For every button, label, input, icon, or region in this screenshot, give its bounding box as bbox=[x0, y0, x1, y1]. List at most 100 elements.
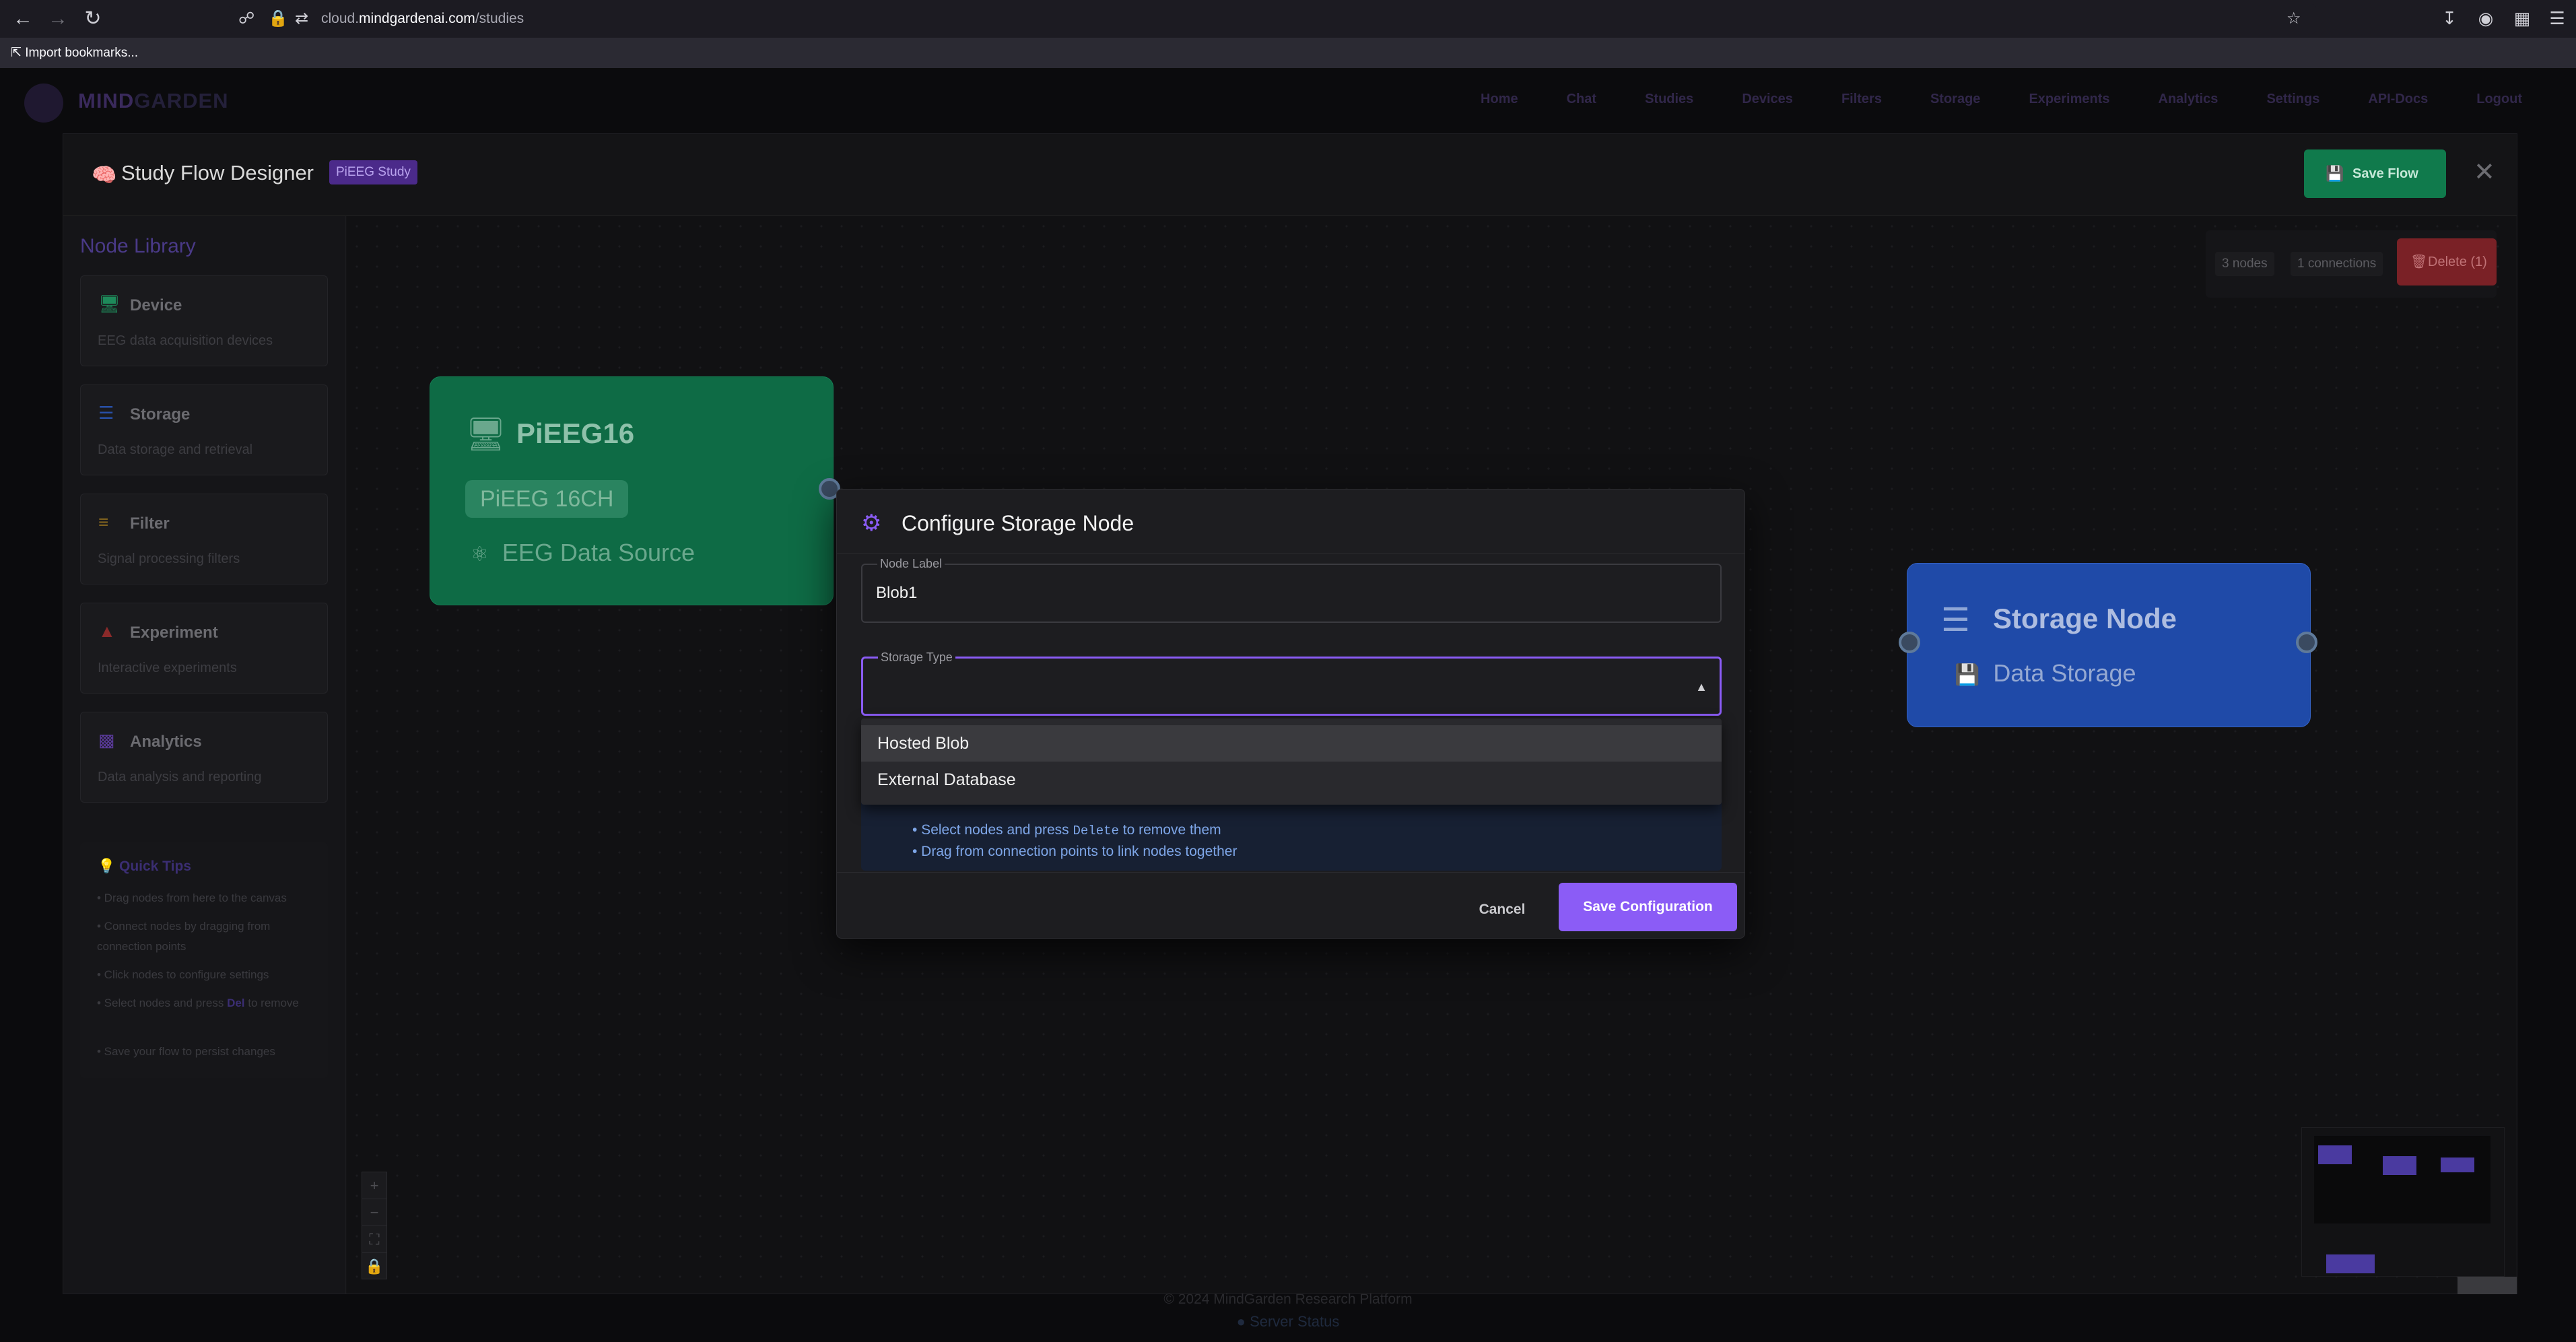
library-item-device[interactable]: 🖥 Device EEG data acquisition devices bbox=[80, 275, 328, 366]
library-item-desc: EEG data acquisition devices bbox=[98, 333, 273, 348]
option-external-database[interactable]: External Database bbox=[861, 762, 1722, 798]
library-item-label: Device bbox=[130, 296, 182, 314]
fit-view-icon[interactable]: ⛶ bbox=[362, 1226, 386, 1253]
nav-home[interactable]: Home bbox=[1481, 92, 1518, 107]
browser-toolbar: ← → ↻ ☍ 🔒 ⇄ cloud.mindgardenai.com/studi… bbox=[0, 0, 2576, 38]
quick-tips: 💡 Quick Tips • Drag nodes from here to t… bbox=[80, 842, 328, 1078]
storage-node-subtitle: 💾 Data Storage bbox=[1955, 659, 2136, 687]
node-label-field[interactable]: Node Label Blob1 bbox=[861, 557, 1722, 623]
nav-filters[interactable]: Filters bbox=[1841, 92, 1882, 107]
modal-header: ⚙ Configure Storage Node bbox=[837, 490, 1744, 554]
nav-studies[interactable]: Studies bbox=[1645, 92, 1693, 107]
cancel-button[interactable]: Cancel bbox=[1470, 896, 1534, 923]
permissions-icon[interactable]: ⇄ bbox=[295, 9, 308, 28]
close-icon[interactable]: ✕ bbox=[2474, 156, 2495, 189]
nav-api-docs[interactable]: API-Docs bbox=[2368, 92, 2428, 107]
modal-title: Configure Storage Node bbox=[902, 511, 1134, 535]
wave-icon: ⚛ bbox=[471, 543, 489, 566]
nav-chat[interactable]: Chat bbox=[1567, 92, 1596, 107]
designer-title: Study Flow Designer bbox=[121, 161, 314, 184]
storage-icon: ☰ bbox=[98, 403, 114, 423]
node-label-value[interactable]: Blob1 bbox=[876, 584, 917, 603]
quick-tips-title: 💡 Quick Tips bbox=[98, 859, 191, 874]
filter-icon: ≡ bbox=[98, 512, 109, 532]
library-item-filter[interactable]: ≡ Filter Signal processing filters bbox=[80, 494, 328, 584]
nav-settings[interactable]: Settings bbox=[2266, 92, 2319, 107]
lightbulb-icon: 💡 bbox=[98, 859, 119, 874]
device-icon: 🖥 bbox=[465, 417, 506, 452]
minimap-node bbox=[2441, 1158, 2474, 1172]
device-node-title: PiEEG16 bbox=[516, 417, 635, 449]
library-item-label: Experiment bbox=[130, 624, 218, 642]
library-item-storage[interactable]: ☰ Storage Data storage and retrieval bbox=[80, 384, 328, 475]
option-hosted-blob[interactable]: Hosted Blob bbox=[861, 725, 1722, 762]
app-navbar: MINDGARDEN Home Chat Studies Devices Fil… bbox=[0, 69, 2576, 136]
library-item-desc: Data analysis and reporting bbox=[98, 770, 262, 784]
caret-up-icon[interactable]: ▲ bbox=[1695, 680, 1707, 694]
library-item-desc: Signal processing filters bbox=[98, 551, 240, 566]
nav-analytics[interactable]: Analytics bbox=[2159, 92, 2218, 107]
zoom-controls: + − ⛶ 🔒 bbox=[362, 1172, 387, 1279]
zoom-in-icon[interactable]: + bbox=[362, 1172, 386, 1199]
library-item-label: Storage bbox=[130, 405, 191, 424]
storage-type-select[interactable]: Storage Type ▲ bbox=[861, 650, 1722, 716]
main-nav: Home Chat Studies Devices Filters Storag… bbox=[1481, 92, 2522, 107]
tip-item: • Select nodes and press Del to remove bbox=[97, 997, 299, 1009]
library-item-experiment[interactable]: ▲ Experiment Interactive experiments bbox=[80, 603, 328, 694]
device-node-source: ⚛ EEG Data Source bbox=[471, 539, 696, 566]
delete-button[interactable]: 🗑 Delete (1) bbox=[2397, 238, 2497, 286]
tip-item: • Click nodes to configure settings bbox=[97, 968, 269, 981]
lock-icon[interactable]: 🔒 bbox=[268, 9, 288, 28]
library-item-desc: Data storage and retrieval bbox=[98, 442, 253, 457]
bookmarks-bar: ⇱ Import bookmarks... bbox=[0, 38, 2576, 69]
nodes-count: 3 nodes bbox=[2215, 252, 2274, 276]
menu-icon[interactable]: ☰ bbox=[2545, 8, 2569, 28]
shield-icon[interactable]: ☍ bbox=[238, 9, 255, 28]
nav-storage[interactable]: Storage bbox=[1930, 92, 1980, 107]
download-icon[interactable]: ↧ bbox=[2437, 8, 2462, 28]
lock-icon[interactable]: 🔒 bbox=[362, 1253, 386, 1280]
extensions-icon[interactable]: ▦ bbox=[2510, 8, 2534, 28]
nav-experiments[interactable]: Experiments bbox=[2029, 92, 2109, 107]
zoom-out-icon[interactable]: − bbox=[362, 1199, 386, 1226]
save-icon: 💾 bbox=[2326, 165, 2344, 182]
storage-type-dropdown: Hosted Blob External Database bbox=[861, 718, 1722, 805]
nav-devices[interactable]: Devices bbox=[1742, 92, 1793, 107]
designer-header: 🧠 Study Flow Designer PiEEG Study 💾 Save … bbox=[63, 134, 2517, 216]
save-flow-button[interactable]: 💾 Save Flow bbox=[2304, 149, 2446, 198]
save-configuration-button[interactable]: Save Configuration bbox=[1559, 883, 1737, 931]
storage-output-port[interactable] bbox=[2296, 632, 2317, 653]
minimap[interactable] bbox=[2301, 1127, 2505, 1277]
library-item-analytics[interactable]: ▩ Analytics Data analysis and reporting bbox=[80, 712, 328, 803]
node-library-title: Node Library bbox=[80, 235, 196, 257]
storage-node[interactable]: ☰ Storage Node 💾 Data Storage bbox=[1907, 563, 2311, 727]
account-icon[interactable]: ◉ bbox=[2474, 8, 2498, 28]
brand-name[interactable]: MINDGARDEN bbox=[78, 89, 229, 113]
device-node-chip: PiEEG 16CH bbox=[465, 480, 629, 518]
app-root: MINDGARDEN Home Chat Studies Devices Fil… bbox=[0, 69, 2576, 1342]
nav-logout[interactable]: Logout bbox=[2476, 92, 2522, 107]
device-node[interactable]: 🖥 PiEEG16 PiEEG 16CH ⚛ EEG Data Source bbox=[430, 376, 834, 605]
minimap-node bbox=[2318, 1145, 2352, 1164]
forward-icon[interactable]: → bbox=[44, 7, 71, 31]
library-item-desc: Interactive experiments bbox=[98, 661, 237, 675]
reload-icon[interactable]: ↻ bbox=[79, 7, 106, 31]
url-text[interactable]: cloud.mindgardenai.com/studies bbox=[321, 9, 524, 28]
modal-divider bbox=[837, 872, 1744, 873]
minimap-node bbox=[2383, 1156, 2416, 1175]
flask-icon: ▲ bbox=[98, 621, 116, 641]
import-bookmarks-link[interactable]: ⇱ Import bookmarks... bbox=[11, 44, 138, 62]
server-status-link[interactable]: ● Server Status bbox=[0, 1313, 2576, 1331]
browser-chrome: ← → ↻ ☍ 🔒 ⇄ cloud.mindgardenai.com/studi… bbox=[0, 0, 2576, 69]
storage-input-port[interactable] bbox=[1899, 632, 1920, 653]
brand-logo-icon[interactable] bbox=[24, 83, 63, 123]
back-icon[interactable]: ← bbox=[9, 7, 36, 31]
brain-icon: 🧠 bbox=[92, 164, 117, 187]
library-item-label: Filter bbox=[130, 514, 170, 533]
address-bar[interactable]: ☍ 🔒 ⇄ cloud.mindgardenai.com/studies ☆ bbox=[229, 4, 2316, 34]
disk-icon: 💾 bbox=[1955, 664, 1980, 686]
bookmark-star-icon[interactable]: ☆ bbox=[2286, 9, 2301, 28]
tip-item: • Drag nodes from here to the canvas bbox=[97, 892, 287, 904]
flow-stats: 3 nodes 1 connections 🗑 Delete (1) bbox=[2206, 230, 2497, 298]
storage-icon: ☰ bbox=[1941, 603, 1971, 638]
